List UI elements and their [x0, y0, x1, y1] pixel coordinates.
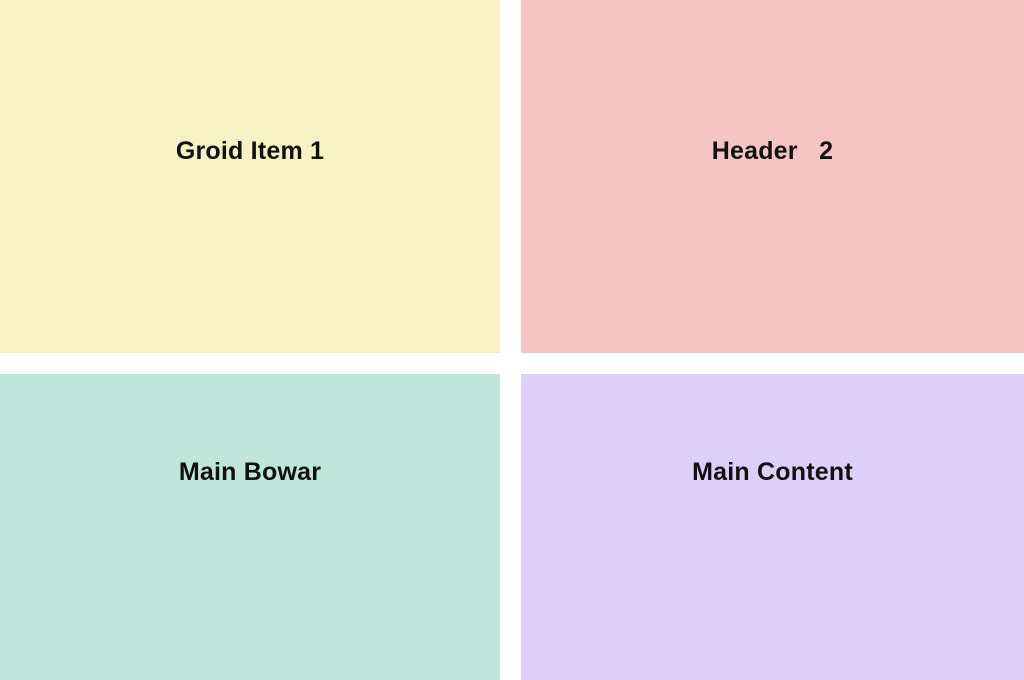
grid-item-1: Groid Item 1: [0, 0, 500, 353]
grid-item-main-content-label: Main Content: [692, 458, 853, 486]
grid-item-header: Header 2: [521, 0, 1024, 353]
grid-item-main-bowar: Main Bowar: [0, 374, 500, 680]
grid-item-main-bowar-label: Main Bowar: [178, 458, 322, 486]
grid-item-main-content: Main Content: [521, 374, 1024, 680]
grid-item-1-label: Groid Item 1: [175, 137, 325, 165]
grid-item-header-label: Header 2: [711, 137, 834, 165]
grid-container: Groid Item 1 Header 2 Main Bowar Main Co…: [0, 0, 1024, 680]
